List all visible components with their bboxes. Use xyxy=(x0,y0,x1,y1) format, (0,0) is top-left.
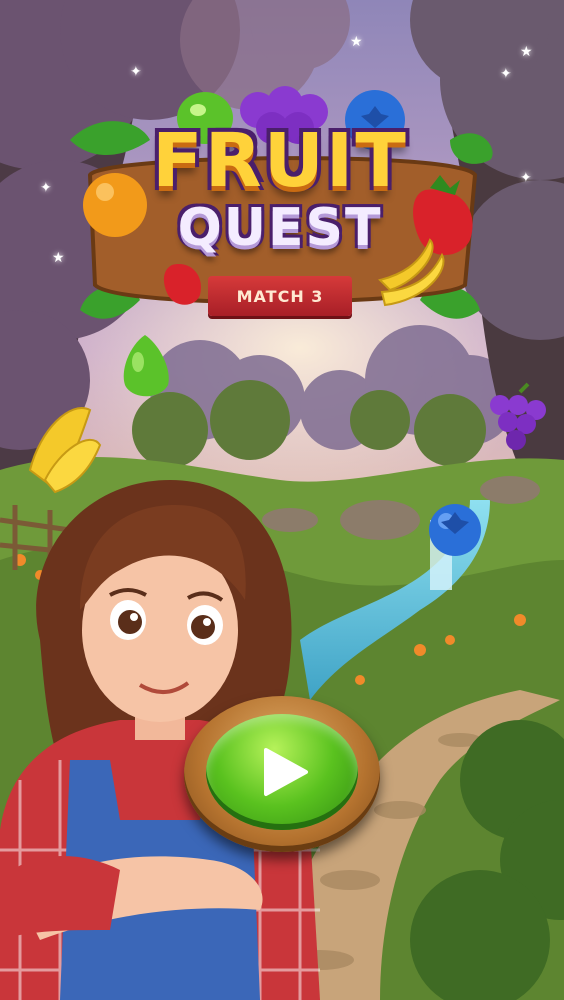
play-icon xyxy=(264,748,308,796)
game-title-fruit: FRUIT xyxy=(152,118,408,204)
subtitle-text: MATCH 3 xyxy=(236,286,324,306)
sparkle-icon: ✦ xyxy=(520,170,532,186)
blueberry-icon xyxy=(429,504,481,556)
sparkle-icon: ★ xyxy=(350,34,363,50)
subtitle-ribbon: MATCH 3 xyxy=(208,276,352,316)
sparkle-icon: ✦ xyxy=(130,64,142,80)
game-title-quest: QUEST xyxy=(177,198,383,258)
game-logo: FRUIT QUEST MATCH 3 xyxy=(60,80,500,340)
play-button[interactable] xyxy=(206,714,358,830)
sparkle-icon: ✦ xyxy=(500,66,512,82)
sparkle-icon: ✦ xyxy=(40,180,52,196)
play-button-frame xyxy=(184,696,380,852)
sparkle-icon: ★ xyxy=(520,44,533,60)
